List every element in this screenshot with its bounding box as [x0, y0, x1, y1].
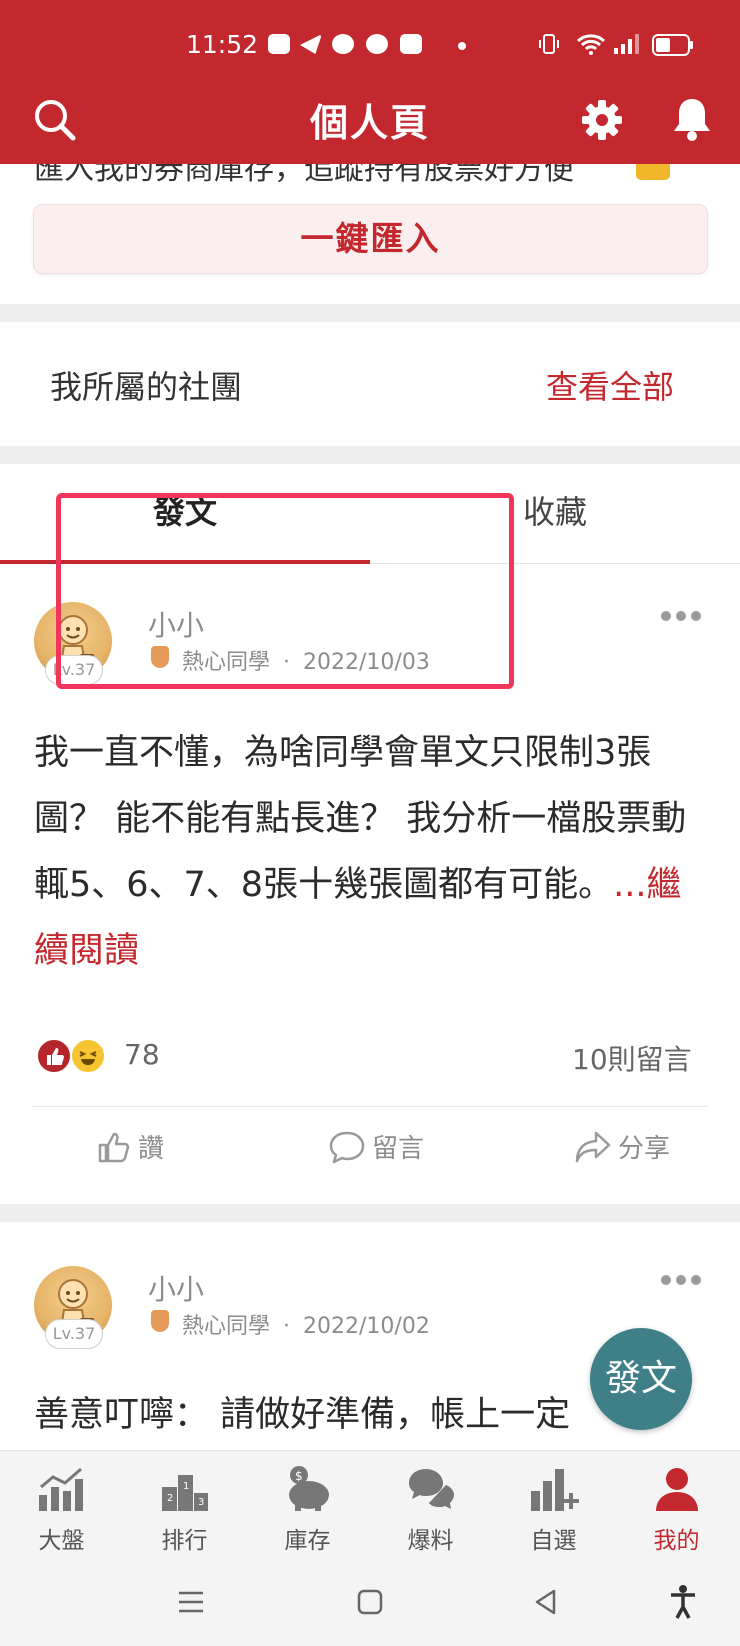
cloud-icon: [366, 34, 388, 54]
clubs-card: 我所屬的社團 查看全部: [0, 322, 740, 446]
more-options-icon[interactable]: [660, 610, 702, 622]
nav-label: 我的: [653, 1528, 700, 1554]
app-header: 11:52 個人頁: [0, 0, 740, 164]
gear-icon[interactable]: [580, 98, 624, 142]
clubs-title: 我所屬的社團: [50, 368, 243, 406]
signal-icon: [614, 34, 639, 54]
post-date: 2022/10/02: [303, 1314, 430, 1339]
nav-item-news[interactable]: 爆料: [369, 1451, 492, 1563]
svg-text:1: 1: [183, 1481, 189, 1492]
thumbs-up-emoji-icon: [636, 164, 670, 180]
bell-icon[interactable]: [672, 96, 712, 142]
like-label: 讚: [138, 1134, 165, 1164]
nav-label: 庫存: [284, 1528, 331, 1554]
import-description: 匯入我的券商庫存，追蹤持有股票好方便: [34, 164, 574, 187]
one-click-import-button[interactable]: 一鍵匯入: [33, 204, 708, 274]
vibrate-icon: [539, 34, 559, 54]
divider: [32, 1106, 708, 1107]
svg-text:3: 3: [198, 1497, 204, 1508]
post-text: 我一直不懂，為啥同學會單文只限制3張圖？ 能不能有點長進？ 我分析一檔股票動輒5…: [34, 733, 687, 905]
nav-label: 大盤: [38, 1528, 85, 1554]
author-name[interactable]: 小小: [148, 1268, 204, 1308]
accessibility-icon[interactable]: [668, 1584, 698, 1620]
post-body[interactable]: 我一直不懂，為啥同學會單文只限制3張圖？ 能不能有點長進？ 我分析一檔股票動輒5…: [34, 720, 714, 984]
post-text: 善意叮嚀： 請做好準備，帳上一定: [34, 1395, 571, 1435]
like-reaction-icon: [36, 1038, 72, 1074]
svg-text:2: 2: [167, 1493, 173, 1504]
comment-label: 留言: [372, 1134, 425, 1164]
line-icon: [332, 34, 354, 54]
page-title: 個人頁: [309, 101, 430, 145]
speech-bubble-icon: [329, 1131, 365, 1163]
chat-bubbles-icon: [409, 1469, 454, 1509]
author-badge-label: 熱心同學: [182, 1314, 271, 1339]
status-time: 11:52: [186, 30, 259, 59]
profile-content[interactable]: 匯入我的券商庫存，追蹤持有股票好方便 一鍵匯入 我所屬的社團 查看全部 發文 收…: [0, 164, 740, 1450]
new-post-fab[interactable]: 發文: [590, 1328, 692, 1430]
telegram-icon: [300, 34, 322, 54]
like-button[interactable]: 讚: [96, 1128, 164, 1165]
import-card: 匯入我的券商庫存，追蹤持有股票好方便 一鍵匯入: [0, 164, 740, 304]
helper-badge-icon: [151, 1310, 169, 1332]
app-notify-icon: [400, 34, 422, 54]
system-nav-bar: [0, 1562, 740, 1646]
nav-label: 排行: [161, 1528, 208, 1554]
view-all-clubs-link[interactable]: 查看全部: [546, 362, 674, 408]
bottom-nav: 大盤 213 排行 $ 庫存 爆料 自選 我的: [0, 1450, 740, 1562]
more-options-icon[interactable]: [660, 1274, 702, 1286]
home-icon[interactable]: [356, 1588, 384, 1616]
more-notifications-icon: [458, 42, 466, 50]
svg-text:$: $: [295, 1469, 303, 1483]
nav-item-mine[interactable]: 我的: [615, 1451, 738, 1563]
recent-apps-icon[interactable]: [176, 1588, 206, 1616]
back-icon[interactable]: [532, 1588, 560, 1616]
market-chart-icon: [39, 1467, 83, 1511]
share-button[interactable]: 分享: [574, 1128, 670, 1165]
wifi-icon: [576, 34, 606, 55]
podium-icon: 213: [162, 1475, 208, 1511]
nav-item-market[interactable]: 大盤: [0, 1451, 123, 1563]
meta-separator: ·: [283, 1314, 291, 1339]
nav-label: 自選: [530, 1528, 577, 1554]
piggy-bank-icon: $: [289, 1466, 329, 1511]
comment-count[interactable]: 10則留言: [572, 1038, 692, 1078]
nav-item-ranking[interactable]: 213 排行: [123, 1451, 246, 1563]
reaction-count[interactable]: 78: [124, 1038, 160, 1071]
nav-label: 爆料: [407, 1528, 454, 1554]
person-icon: [656, 1468, 698, 1511]
discord-icon: [268, 34, 290, 54]
share-arrow-icon: [575, 1131, 611, 1162]
nav-item-watchlist[interactable]: 自選: [492, 1451, 615, 1563]
bar-plus-icon: [531, 1469, 579, 1511]
laugh-reaction-icon: [70, 1038, 106, 1074]
battery-icon: [652, 34, 693, 56]
comment-button[interactable]: 留言: [328, 1128, 424, 1165]
share-label: 分享: [618, 1134, 671, 1164]
post-meta: 熱心同學 · 2022/10/02: [182, 1308, 430, 1340]
annotation-highlight: [56, 493, 514, 689]
thumbs-up-icon: [98, 1132, 130, 1162]
nav-item-inventory[interactable]: $ 庫存: [246, 1451, 369, 1563]
level-badge: Lv.37: [45, 1319, 103, 1349]
